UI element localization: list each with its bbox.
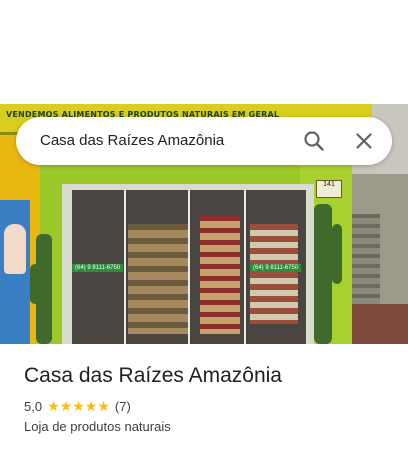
cactus-left-arm bbox=[30, 264, 40, 304]
star-icon: ★ bbox=[97, 398, 110, 414]
phone-label-right: (64) 9 8111-6750 bbox=[250, 264, 302, 272]
close-icon[interactable] bbox=[352, 129, 376, 153]
search-bar[interactable]: Casa das Raízes Amazônia bbox=[16, 117, 392, 165]
phone-label-left: (64) 9 8111-6750 bbox=[72, 264, 124, 272]
rating-row[interactable]: 5,0 ★ ★ ★ ★ ★ (7) bbox=[24, 398, 131, 414]
place-category: Loja de produtos naturais bbox=[24, 419, 171, 434]
search-icon[interactable] bbox=[302, 129, 326, 153]
icecream-graphic bbox=[4, 224, 26, 274]
cactus-right bbox=[314, 204, 332, 344]
place-title: Casa das Raízes Amazônia bbox=[24, 364, 282, 387]
street-number-plate: 141 bbox=[316, 180, 342, 198]
star-icon: ★ bbox=[47, 398, 60, 414]
glass-divider bbox=[244, 190, 246, 344]
glass-divider bbox=[124, 190, 126, 344]
rating-value: 5,0 bbox=[24, 398, 43, 414]
shelf bbox=[200, 216, 240, 334]
search-query-text[interactable]: Casa das Raízes Amazônia bbox=[40, 132, 224, 149]
stairs bbox=[350, 214, 380, 314]
star-icon: ★ bbox=[72, 398, 85, 414]
star-rating: ★ ★ ★ ★ ★ bbox=[47, 398, 110, 414]
ground bbox=[350, 304, 408, 344]
review-count[interactable]: (7) bbox=[115, 399, 131, 414]
glass-divider bbox=[188, 190, 190, 344]
star-icon: ★ bbox=[59, 398, 73, 414]
shelf bbox=[250, 224, 298, 324]
star-icon: ★ bbox=[84, 398, 98, 414]
shelf bbox=[128, 224, 188, 334]
cactus-right-arm bbox=[332, 224, 342, 284]
